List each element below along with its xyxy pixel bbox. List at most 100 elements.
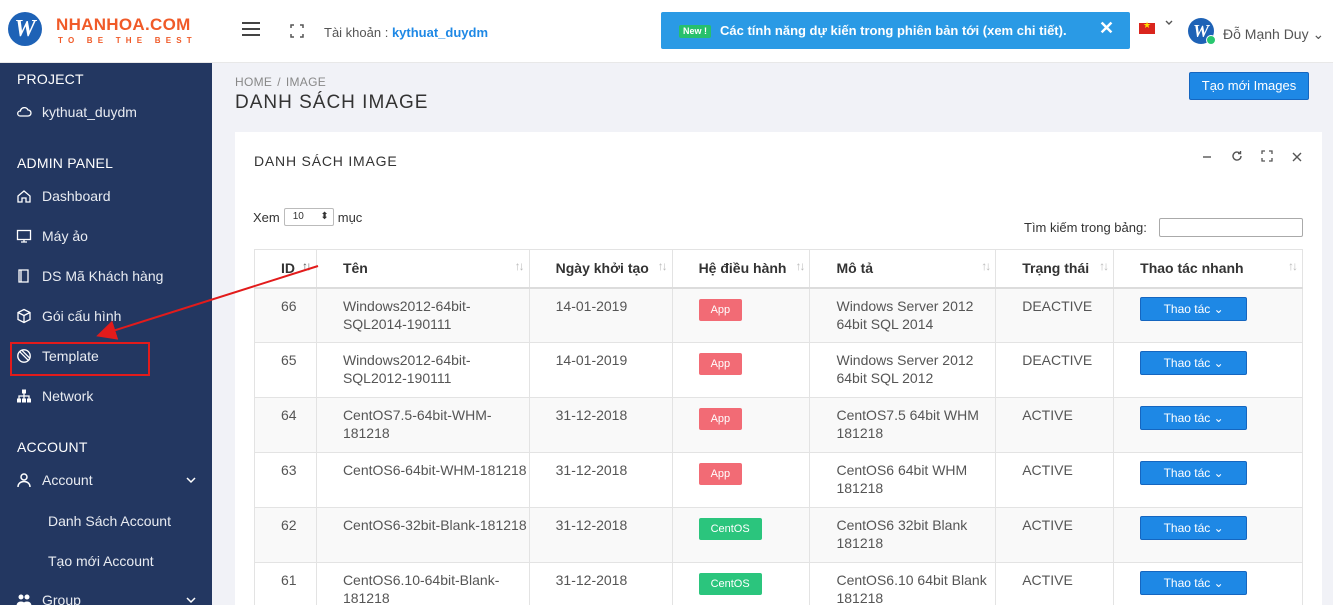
sidebar-item-network[interactable]: Network (16, 385, 93, 407)
sidebar-item-label: kythuat_duydm (42, 104, 137, 120)
sort-icon[interactable]: ↑↓ (795, 259, 805, 273)
sidebar-item-label: Gói cấu hình (42, 308, 122, 324)
column-header-id[interactable]: ID ↑↓ (254, 249, 317, 289)
cell-actions: Thao tác ⌄ (1113, 562, 1303, 605)
row-action-button[interactable]: Thao tác ⌄ (1140, 516, 1248, 540)
cell-status: DEACTIVE (995, 342, 1115, 398)
column-header-name[interactable]: Tên ↑↓ (315, 249, 530, 289)
cell-date: 31-12-2018 (528, 452, 673, 508)
table-row: 66 Windows2012-64bit-SQL2014-190111 14-0… (254, 287, 1303, 343)
sort-icon[interactable]: ↑↓ (1288, 259, 1298, 273)
fullscreen-card-icon[interactable] (1252, 150, 1282, 165)
os-badge: App (698, 463, 743, 485)
cloud-icon (16, 104, 32, 120)
card-title: DANH SÁCH IMAGE (254, 153, 398, 169)
book-icon (16, 268, 32, 284)
column-header-created[interactable]: Ngày khởi tạo ↑↓ (528, 249, 673, 289)
row-action-button[interactable]: Thao tác ⌄ (1140, 406, 1248, 430)
sort-icon[interactable]: ↑↓ (302, 259, 312, 273)
sidebar-item-packages[interactable]: Gói cấu hình (16, 305, 121, 327)
box-icon (16, 308, 32, 324)
column-label: Mô tả (836, 260, 874, 277)
cell-id: 62 (254, 507, 317, 563)
user-avatar[interactable]: W (1188, 18, 1216, 45)
sidebar-item-dashboard[interactable]: Dashboard (16, 185, 111, 207)
image-list-card: DANH SÁCH IMAGE Xem 10 mục Tìm kiếm tron… (235, 132, 1322, 605)
account-prefix: Tài khoản : (324, 25, 392, 40)
cell-name: CentOS6.10-64bit-Blank-181218 (315, 562, 530, 605)
cell-date: 31-12-2018 (528, 397, 673, 453)
sort-icon[interactable]: ↑↓ (1099, 259, 1109, 273)
show-prefix: Xem (253, 209, 280, 225)
release-notice[interactable]: New ! Các tính năng dự kiến trong phiên … (661, 12, 1130, 49)
group-icon (16, 592, 32, 605)
row-action-button[interactable]: Thao tác ⌄ (1140, 571, 1248, 595)
cell-name: Windows2012-64bit-SQL2012-190111 (315, 342, 530, 398)
row-action-button[interactable]: Thao tác ⌄ (1140, 461, 1248, 485)
sort-icon[interactable]: ↑↓ (658, 259, 668, 273)
vietnam-flag-icon[interactable] (1139, 20, 1155, 34)
sort-icon[interactable]: ↑↓ (981, 259, 991, 273)
cell-id: 65 (254, 342, 317, 398)
account-name[interactable]: kythuat_duydm (392, 25, 488, 40)
minimize-icon[interactable] (1192, 150, 1222, 165)
refresh-icon[interactable] (1222, 150, 1252, 165)
close-card-icon[interactable] (1282, 150, 1312, 165)
cell-desc: CentOS7.5 64bit WHM 181218 (809, 397, 997, 453)
language-chevron-down-icon[interactable] (1165, 20, 1173, 26)
sidebar-item-vm[interactable]: Máy ảo (16, 225, 88, 247)
column-header-os[interactable]: Hệ điều hành ↑↓ (671, 249, 811, 289)
table-row: 61 CentOS6.10-64bit-Blank-181218 31-12-2… (254, 562, 1303, 605)
table-search-input[interactable] (1159, 218, 1303, 237)
cell-date: 14-01-2019 (528, 342, 673, 398)
breadcrumb-home[interactable]: HOME (235, 75, 272, 89)
search-label: Tìm kiếm trong bảng: (1024, 220, 1147, 235)
sort-icon[interactable]: ↑↓ (515, 259, 525, 273)
sidebar-subitem-account-list[interactable]: Danh Sách Account (48, 513, 171, 529)
row-action-button[interactable]: Thao tác ⌄ (1140, 296, 1248, 321)
sidebar-item-customers[interactable]: DS Mã Khách hàng (16, 265, 163, 287)
sidebar-item-account[interactable]: Account (16, 469, 93, 491)
sidebar-subitem-account-create[interactable]: Tạo mới Account (48, 553, 154, 569)
cell-desc: Windows Server 2012 64bit SQL 2012 (809, 342, 997, 398)
page-size-select[interactable]: 10 (283, 208, 334, 226)
current-account: Tài khoản : kythuat_duydm (324, 25, 488, 40)
hamburger-menu-icon[interactable] (242, 22, 260, 38)
row-action-button[interactable]: Thao tác ⌄ (1140, 351, 1248, 375)
os-badge: App (698, 298, 743, 321)
logo-icon[interactable]: W (8, 12, 42, 46)
card-tools (1192, 150, 1312, 165)
column-label: Trạng thái (1022, 260, 1090, 277)
create-image-button[interactable]: Tạo mới Images (1189, 72, 1309, 100)
cell-status: ACTIVE (995, 562, 1115, 605)
sidebar-item-label: DS Mã Khách hàng (42, 268, 164, 284)
column-header-desc[interactable]: Mô tả ↑↓ (809, 249, 997, 289)
image-table: ID ↑↓ Tên ↑↓ Ngày khởi tạo ↑↓ Hệ điều hành ↑… (254, 249, 1303, 605)
sidebar-item-label: Account (42, 472, 93, 488)
cell-os: CentOS (671, 562, 811, 605)
column-label: Thao tác nhanh (1140, 260, 1244, 277)
os-badge: CentOS (698, 573, 762, 595)
close-notice-icon[interactable]: ✕ (1099, 18, 1114, 39)
template-highlight-annotation (10, 342, 150, 376)
cell-desc: CentOS6.10 64bit Blank 181218 (809, 562, 997, 605)
column-header-status[interactable]: Trạng thái ↑↓ (995, 249, 1115, 289)
table-row: 62 CentOS6-32bit-Blank-181218 31-12-2018… (254, 507, 1303, 563)
column-header-actions[interactable]: Thao tác nhanh ↑↓ (1113, 249, 1303, 289)
sidebar-item-label: Máy ảo (42, 228, 88, 244)
account-chevron-down-icon[interactable] (186, 477, 196, 484)
brand-name[interactable]: NHANHOA.COM (56, 15, 191, 35)
user-menu[interactable]: Đỗ Mạnh Duy ⌄ (1223, 26, 1324, 43)
group-chevron-down-icon[interactable] (186, 597, 196, 604)
cell-status: ACTIVE (995, 452, 1115, 508)
show-entries-control: Xem 10 mục (253, 208, 362, 226)
sidebar-item-group[interactable]: Group (16, 589, 81, 605)
cell-date: 31-12-2018 (528, 562, 673, 605)
cell-name: Windows2012-64bit-SQL2014-190111 (315, 287, 530, 343)
fullscreen-icon[interactable] (290, 24, 304, 38)
cell-actions: Thao tác ⌄ (1113, 397, 1303, 453)
cell-os: App (671, 397, 811, 453)
notice-text[interactable]: Các tính năng dự kiến trong phiên bản tớ… (720, 23, 1067, 38)
sidebar-item-project[interactable]: kythuat_duydm (16, 101, 137, 123)
breadcrumb-separator: / (277, 75, 281, 89)
